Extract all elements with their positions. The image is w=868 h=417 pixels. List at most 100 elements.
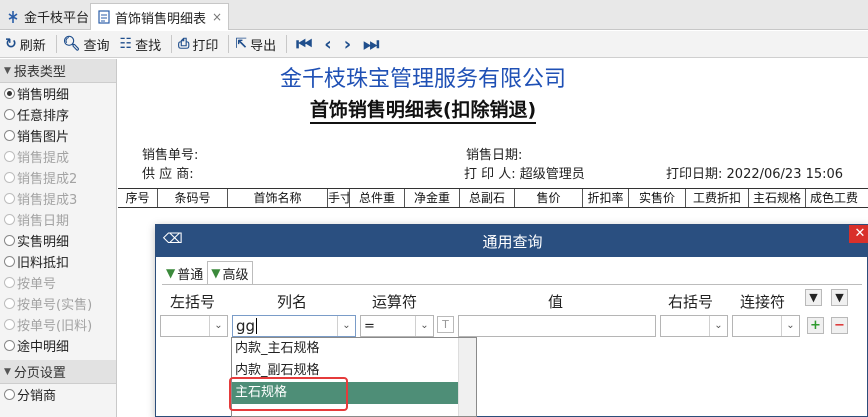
report-type-option[interactable]: 销售图片 xyxy=(0,125,116,146)
left-panel: ▼ 报表类型 销售明细 任意排序 销售图片 销售提成 销售提成2 销售提成3 销售… xyxy=(0,59,117,417)
print-label: 打印 xyxy=(192,38,219,54)
paging-option[interactable]: 分销商 xyxy=(0,384,116,405)
toolbar-divider xyxy=(55,35,57,53)
tab-advanced-label: 高级 xyxy=(222,267,249,283)
dialog-title: 通用查询 xyxy=(482,233,543,251)
export-label: 导出 xyxy=(250,38,277,54)
column-header: 总副石 xyxy=(460,189,515,207)
tab-advanced[interactable]: ▼ 高级 xyxy=(207,261,253,285)
add-row-icon[interactable]: + xyxy=(807,317,824,334)
report-title-text: 首饰销售明细表(扣除销退) xyxy=(309,99,537,124)
dialog-close-button[interactable]: ✕ xyxy=(849,225,868,243)
column-header: 首饰名称 xyxy=(228,189,328,207)
report-type-option[interactable]: 销售明细 xyxy=(0,83,116,104)
operator-value: = xyxy=(364,318,375,334)
column-header: 总件重 xyxy=(350,189,405,207)
report-type-option[interactable]: 实售明细 xyxy=(0,230,116,251)
connector-select[interactable]: ⌄ xyxy=(732,315,800,337)
filter-icon: ▼ xyxy=(166,266,176,280)
filter-remove-icon[interactable]: ▼ xyxy=(831,289,848,306)
last-page-icon[interactable]: ⏭︎ xyxy=(363,34,379,55)
column-header: 实售价 xyxy=(629,189,686,207)
option-label: 销售提成 xyxy=(17,151,70,166)
radio-icon xyxy=(4,151,15,162)
option-label: 途中明细 xyxy=(17,340,70,355)
tab-sales-detail[interactable]: 首饰销售明细表 × xyxy=(90,3,230,30)
report-type-option[interactable]: 途中明细 xyxy=(0,335,116,356)
report-type-option: 按单号(旧料) xyxy=(0,314,116,335)
option-label: 旧料抵扣 xyxy=(17,256,70,271)
find-label: 查找 xyxy=(135,38,162,54)
option-label: 销售明细 xyxy=(17,88,70,103)
tab-sales-detail-label: 首饰销售明细表 xyxy=(115,11,207,27)
report-type-header[interactable]: ▼ 报表类型 xyxy=(0,59,116,83)
radio-icon xyxy=(4,389,15,400)
tab-home[interactable]: 金千枝平台 xyxy=(0,3,95,30)
tab-divider xyxy=(162,284,862,285)
operator-select[interactable]: = ⌄ xyxy=(360,315,434,337)
dialog-title-bar[interactable]: ⌫ 通用查询 ✕ xyxy=(156,225,868,257)
column-name-input[interactable]: gg ⌄ xyxy=(232,315,356,337)
tab-bar: 金千枝平台 首饰销售明细表 × xyxy=(0,0,868,30)
column-header: 折扣率 xyxy=(583,189,629,207)
toolbar-divider xyxy=(171,35,173,53)
radio-icon xyxy=(4,130,15,141)
export-button[interactable]: ⇱ 导出 xyxy=(232,33,279,55)
option-label: 按单号 xyxy=(17,277,57,292)
refresh-button[interactable]: ↻ 刷新 xyxy=(2,33,49,55)
report-type-option: 销售提成2 xyxy=(0,167,116,188)
chevron-down-icon: ⌄ xyxy=(209,316,227,336)
radio-icon xyxy=(4,340,15,351)
tab-basic-label: 普通 xyxy=(177,267,204,283)
tab-basic[interactable]: ▼ 普通 xyxy=(162,261,207,285)
close-icon[interactable]: × xyxy=(212,10,222,24)
right-paren-select[interactable]: ⌄ xyxy=(660,315,728,337)
first-page-icon[interactable]: ⏮︎ xyxy=(296,34,312,55)
tab-home-label: 金千枝平台 xyxy=(24,11,90,26)
export-icon: ⇱ xyxy=(235,36,248,52)
value-input[interactable] xyxy=(458,315,656,337)
column-header: 净金重 xyxy=(405,189,460,207)
print-date: 打印日期: 2022/06/23 15:06 xyxy=(666,163,843,182)
column-header: 条码号 xyxy=(158,189,228,207)
report-type-option: 销售提成 xyxy=(0,146,116,167)
column-name-value: gg xyxy=(236,317,256,335)
radio-icon xyxy=(4,277,15,288)
refresh-icon: ↻ xyxy=(5,36,17,52)
document-icon xyxy=(98,10,110,24)
list-item[interactable]: 内款_主石规格 xyxy=(232,338,476,360)
paging-settings-header[interactable]: ▼ 分页设置 xyxy=(0,360,116,384)
prev-page-icon[interactable]: ‹ xyxy=(324,34,331,55)
query-label: 查询 xyxy=(83,38,110,54)
radio-icon xyxy=(4,172,15,183)
text-caret xyxy=(256,318,258,334)
report-title: 首饰销售明细表(扣除销退) xyxy=(118,95,728,124)
report-type-option: 销售日期 xyxy=(0,209,116,230)
refresh-label: 刷新 xyxy=(19,38,46,54)
radio-icon xyxy=(4,319,15,330)
radio-icon xyxy=(4,214,15,225)
next-page-icon[interactable]: › xyxy=(344,34,351,55)
text-format-icon[interactable]: T xyxy=(437,316,454,333)
report-type-option: 按单号(实售) xyxy=(0,293,116,314)
printer-icon: ⎙ xyxy=(178,36,190,52)
print-button[interactable]: ⎙ 打印 xyxy=(175,33,221,55)
report-type-option[interactable]: 任意排序 xyxy=(0,104,116,125)
radio-icon xyxy=(4,298,15,309)
option-label: 实售明细 xyxy=(17,235,70,250)
remove-row-icon[interactable]: − xyxy=(831,317,848,334)
find-button[interactable]: ☷ 查找 xyxy=(117,33,165,55)
sale-date-label: 销售日期: xyxy=(466,148,523,163)
option-label: 销售图片 xyxy=(17,130,70,145)
filter-add-icon[interactable]: ▼ xyxy=(805,289,822,306)
collapse-arrow-icon: ▼ xyxy=(4,65,11,76)
left-paren-select[interactable]: ⌄ xyxy=(160,315,228,337)
scrollbar[interactable] xyxy=(458,338,476,416)
highlight-annotation xyxy=(229,377,348,411)
query-button[interactable]: 🔍︎ 查询 xyxy=(60,33,113,55)
report-type-option[interactable]: 旧料抵扣 xyxy=(0,251,116,272)
toolbar: ↻ 刷新 🔍︎ 查询 ☷ 查找 ⎙ 打印 ⇱ 导出 ⏮︎ ‹ › ⏭︎ xyxy=(0,31,868,58)
right-paren-header: 右括号 xyxy=(668,293,714,311)
report-column-header: 序号 条码号 首饰名称 手寸 总件重 净金重 总副石 售价 折扣率 实售价 工费… xyxy=(118,188,868,208)
left-paren-header: 左括号 xyxy=(170,293,216,311)
